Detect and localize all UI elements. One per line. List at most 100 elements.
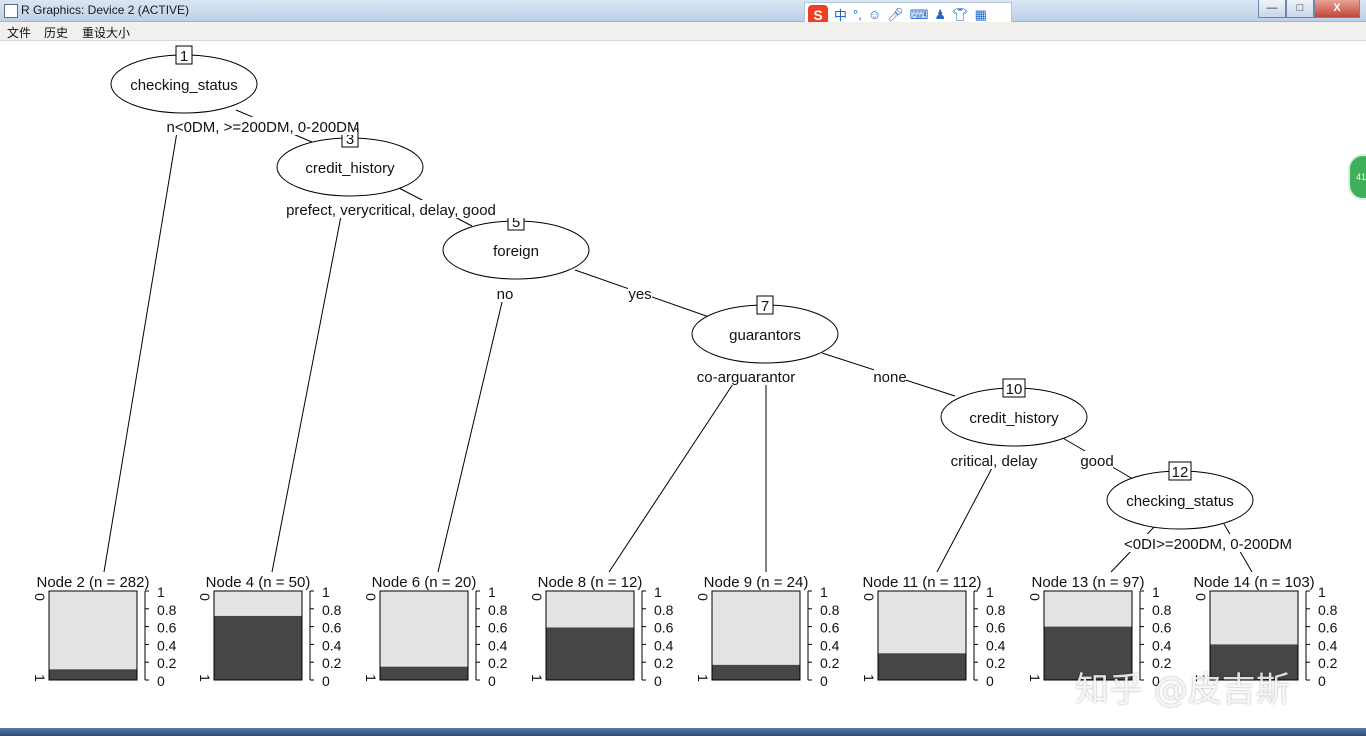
bar-segment-class-1 xyxy=(712,664,800,680)
class-label-1: 1 xyxy=(32,674,48,682)
bar-segment-class-0 xyxy=(380,591,468,667)
terminal-node-label: Node 8 (n = 12) xyxy=(538,574,643,591)
inner-node-variable: checking_status xyxy=(130,77,238,94)
axis-tick-label: 0.2 xyxy=(157,655,177,671)
axis-tick-label: 0.2 xyxy=(1318,655,1338,671)
axis-tick-label: 0.2 xyxy=(986,655,1006,671)
terminal-node-label: Node 9 (n = 24) xyxy=(704,574,809,591)
class-label-0: 0 xyxy=(529,593,545,601)
class-label-1: 1 xyxy=(695,674,711,682)
emoji-icon[interactable]: ☺ xyxy=(868,7,881,22)
class-label-1: 1 xyxy=(363,674,379,682)
bar-segment-class-0 xyxy=(546,591,634,628)
axis-tick-label: 0.8 xyxy=(1318,602,1338,618)
axis-tick-label: 1 xyxy=(820,584,828,600)
class-label-1: 1 xyxy=(529,674,545,682)
inner-node-variable: credit_history xyxy=(969,410,1059,427)
axis-tick-label: 0.8 xyxy=(986,602,1006,618)
axis-tick-label: 0.6 xyxy=(157,620,177,636)
bar-segment-class-1 xyxy=(214,615,302,680)
grid-menu-icon[interactable]: ▦ xyxy=(975,7,987,23)
microphone-icon[interactable]: 🎤︎ xyxy=(887,7,904,23)
axis-tick-label: 0.4 xyxy=(322,637,342,653)
axis-tick-label: 0.4 xyxy=(986,637,1006,653)
ime-punct-toggle[interactable]: °, xyxy=(853,7,862,22)
bar-segment-class-0 xyxy=(1210,591,1298,645)
axis-tick-label: 1 xyxy=(1152,584,1160,600)
minimize-button[interactable]: — xyxy=(1258,0,1286,18)
window-title: R Graphics: Device 2 (ACTIVE) xyxy=(21,3,190,17)
axis-tick-label: 1 xyxy=(1318,584,1326,600)
class-label-0: 0 xyxy=(1027,593,1043,601)
bar-segment-class-0 xyxy=(712,591,800,665)
axis-tick-label: 0.6 xyxy=(322,620,342,636)
axis-tick-label: 1 xyxy=(322,584,330,600)
title-bar[interactable]: R Graphics: Device 2 (ACTIVE) — □ X xyxy=(0,0,1366,22)
edge-label: good xyxy=(1080,453,1113,470)
bar-segment-class-1 xyxy=(380,666,468,680)
axis-tick-label: 0.6 xyxy=(1318,620,1338,636)
axis-tick-label: 1 xyxy=(488,584,496,600)
edge-label: n<0DM, >=200DM, 0-200DM xyxy=(166,119,359,136)
axis-tick-label: 0.2 xyxy=(322,655,342,671)
axis-tick-label: 0.8 xyxy=(1152,602,1172,618)
inner-node-variable: credit_history xyxy=(305,160,395,177)
axis-tick-label: 0.6 xyxy=(986,620,1006,636)
axis-tick-label: 0 xyxy=(654,673,662,689)
menu-item-file[interactable]: 文件 xyxy=(7,24,31,41)
bar-segment-class-1 xyxy=(878,653,966,680)
side-badge[interactable]: 41 xyxy=(1348,154,1366,200)
skin-icon[interactable]: 👕︎ xyxy=(952,7,969,23)
axis-tick-label: 0.4 xyxy=(1152,637,1172,653)
user-icon[interactable]: ♟ xyxy=(934,7,946,23)
node-id-label: 10 xyxy=(1006,381,1023,398)
axis-tick-label: 0 xyxy=(820,673,828,689)
axis-tick-label: 0.8 xyxy=(322,602,342,618)
class-label-1: 1 xyxy=(1027,674,1043,682)
class-label-1: 1 xyxy=(197,674,213,682)
axis-tick-label: 0 xyxy=(157,673,165,689)
class-label-0: 0 xyxy=(363,593,379,601)
node-id-label: 12 xyxy=(1172,464,1189,481)
axis-tick-label: 0.4 xyxy=(488,637,508,653)
class-label-1: 1 xyxy=(861,674,877,682)
edge-label: no xyxy=(497,286,514,303)
class-label-0: 0 xyxy=(1193,593,1209,601)
maximize-button[interactable]: □ xyxy=(1286,0,1314,18)
taskbar[interactable] xyxy=(0,728,1366,736)
axis-tick-label: 1 xyxy=(986,584,994,600)
edge-label: yes xyxy=(628,286,651,303)
menu-item-history[interactable]: 历史 xyxy=(44,24,68,41)
close-button[interactable]: X xyxy=(1314,0,1360,18)
bar-segment-class-1 xyxy=(49,669,137,680)
tree-edge xyxy=(437,297,504,573)
axis-tick-label: 0.6 xyxy=(488,620,508,636)
tree-plot: checking_status1credit_history3foreign5g… xyxy=(32,45,1338,689)
bar-segment-class-1 xyxy=(546,627,634,680)
tree-edge xyxy=(103,131,178,573)
terminal-node-label: Node 14 (n = 103) xyxy=(1193,574,1314,591)
terminal-node-label: Node 4 (n = 50) xyxy=(206,574,311,591)
axis-tick-label: 0.4 xyxy=(157,637,177,653)
edge-label: <0DI>=200DM, 0-200DM xyxy=(1124,536,1292,553)
class-label-0: 0 xyxy=(197,593,213,601)
bar-segment-class-0 xyxy=(214,591,302,616)
class-label-0: 0 xyxy=(695,593,711,601)
axis-tick-label: 0.4 xyxy=(654,637,674,653)
edge-label: critical, delay xyxy=(951,453,1038,470)
axis-tick-label: 0.8 xyxy=(820,602,840,618)
class-label-0: 0 xyxy=(861,593,877,601)
edge-label: co-arguarantor xyxy=(697,369,795,386)
app-icon xyxy=(4,4,18,18)
axis-tick-label: 0.4 xyxy=(1318,637,1338,653)
keyboard-icon[interactable]: ⌨ xyxy=(910,7,929,23)
axis-tick-label: 0 xyxy=(986,673,994,689)
menu-item-resize[interactable]: 重设大小 xyxy=(82,24,130,41)
axis-tick-label: 0 xyxy=(1318,673,1326,689)
axis-tick-label: 0.6 xyxy=(654,620,674,636)
axis-tick-label: 1 xyxy=(157,584,165,600)
bar-segment-class-0 xyxy=(1044,591,1132,627)
axis-tick-label: 0.6 xyxy=(1152,620,1172,636)
inner-node-variable: guarantors xyxy=(729,327,801,344)
axis-tick-label: 0.8 xyxy=(654,602,674,618)
